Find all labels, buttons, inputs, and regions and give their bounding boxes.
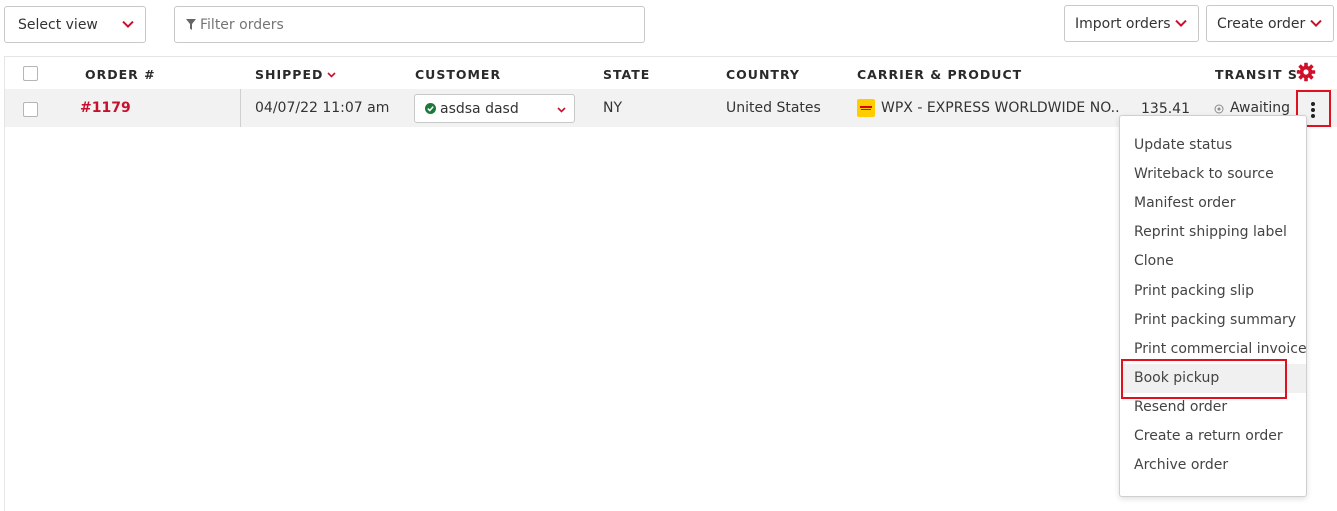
filter-orders-input[interactable] bbox=[200, 16, 600, 33]
menu-item-update-status[interactable]: Update status bbox=[1134, 137, 1232, 153]
import-orders-label: Import orders bbox=[1075, 15, 1171, 32]
country-cell: United States bbox=[726, 100, 821, 116]
header-state[interactable]: STATE bbox=[603, 67, 650, 82]
header-shipped-label: SHIPPED bbox=[255, 67, 324, 82]
create-order-label: Create order bbox=[1217, 15, 1306, 32]
order-number-link[interactable]: #1179 bbox=[80, 100, 131, 116]
menu-item-print-packing-slip[interactable]: Print packing slip bbox=[1134, 283, 1254, 299]
header-customer[interactable]: CUSTOMER bbox=[415, 67, 501, 82]
import-orders-dropdown[interactable]: Import orders bbox=[1064, 5, 1199, 42]
select-view-dropdown[interactable]: Select view bbox=[4, 6, 146, 43]
shipped-date: 04/07/22 11:07 am bbox=[255, 100, 390, 116]
header-carrier-product[interactable]: CARRIER & PRODUCT bbox=[857, 67, 1022, 82]
menu-item-print-commercial-invoice[interactable]: Print commercial invoice bbox=[1134, 341, 1307, 357]
chevron-down-icon bbox=[1310, 19, 1322, 27]
create-order-dropdown[interactable]: Create order bbox=[1206, 5, 1334, 42]
row-select-checkbox[interactable] bbox=[23, 102, 38, 117]
menu-item-manifest-order[interactable]: Manifest order bbox=[1134, 195, 1236, 211]
dhl-logo-icon bbox=[857, 99, 875, 117]
sort-desc-icon bbox=[327, 71, 336, 78]
menu-item-create-a-return-order[interactable]: Create a return order bbox=[1134, 428, 1283, 444]
menu-item-archive-order[interactable]: Archive order bbox=[1134, 457, 1228, 473]
select-view-label: Select view bbox=[18, 16, 98, 33]
state-cell: NY bbox=[603, 100, 623, 116]
check-circle-icon bbox=[425, 103, 436, 114]
gear-icon[interactable] bbox=[1296, 62, 1316, 82]
header-country[interactable]: COUNTRY bbox=[726, 67, 800, 82]
menu-item-clone[interactable]: Clone bbox=[1134, 253, 1174, 269]
header-order-number[interactable]: ORDER # bbox=[85, 67, 156, 82]
transit-status-cell: Awaiting s bbox=[1230, 100, 1294, 116]
filter-icon bbox=[186, 19, 196, 30]
filter-orders-input-wrapper[interactable] bbox=[174, 6, 645, 43]
status-circle-icon bbox=[1214, 104, 1224, 114]
frozen-column-divider bbox=[240, 89, 241, 127]
customer-name: asdsa dasd bbox=[440, 101, 519, 117]
select-all-checkbox[interactable] bbox=[23, 66, 38, 81]
customer-select[interactable]: asdsa dasd bbox=[414, 94, 575, 123]
header-transit-status[interactable]: TRANSIT ST bbox=[1215, 67, 1299, 82]
menu-item-writeback-to-source[interactable]: Writeback to source bbox=[1134, 166, 1274, 182]
menu-item-print-packing-summary[interactable]: Print packing summary bbox=[1134, 312, 1296, 328]
book-pickup-highlight bbox=[1121, 359, 1287, 399]
menu-item-resend-order[interactable]: Resend order bbox=[1134, 399, 1227, 415]
chevron-down-icon bbox=[1175, 19, 1187, 27]
chevron-down-icon bbox=[122, 20, 134, 28]
carrier-product-cell: WPX - EXPRESS WORLDWIDE NO.. bbox=[881, 100, 1120, 116]
header-shipped[interactable]: SHIPPED bbox=[255, 67, 336, 82]
chevron-down-icon bbox=[557, 107, 566, 113]
menu-item-reprint-shipping-label[interactable]: Reprint shipping label bbox=[1134, 224, 1287, 240]
